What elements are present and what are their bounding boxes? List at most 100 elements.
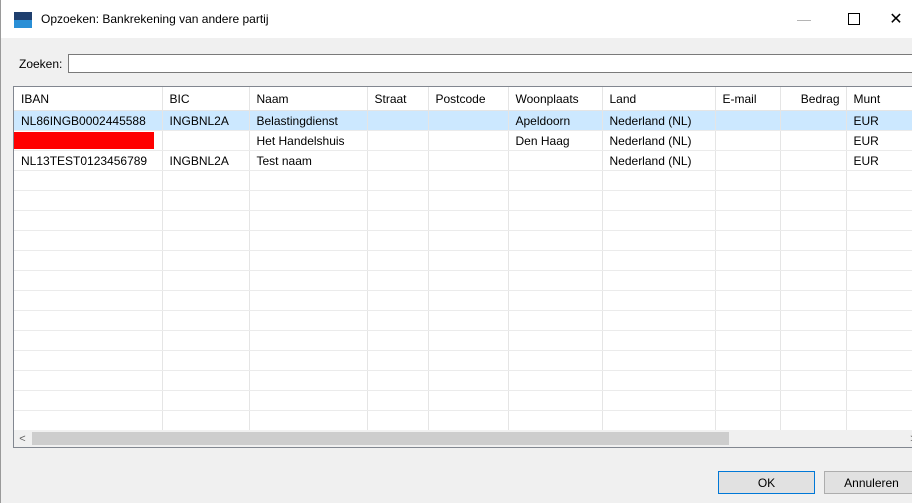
empty-cell: [428, 390, 509, 411]
empty-cell: [508, 270, 603, 291]
title-bar[interactable]: Opzoeken: Bankrekening van andere partij…: [1, 0, 912, 38]
redacted-block: [14, 132, 154, 149]
empty-cell: [162, 170, 250, 191]
column-header-bic[interactable]: BIC: [162, 87, 250, 111]
empty-cell: [249, 410, 368, 431]
empty-cell: [846, 330, 912, 351]
cell-postcode: [428, 110, 509, 131]
empty-cell: [249, 350, 368, 371]
column-header-naam[interactable]: Naam: [249, 87, 368, 111]
maximize-icon: [848, 13, 860, 25]
table-row[interactable]: Het Handelshuis Den Haag Nederland (NL) …: [14, 130, 912, 151]
column-header-straat[interactable]: Straat: [367, 87, 429, 111]
scrollbar-thumb[interactable]: [32, 432, 729, 445]
empty-cell: [715, 390, 781, 411]
empty-cell: [715, 230, 781, 251]
empty-cell: [780, 390, 847, 411]
empty-cell: [508, 210, 603, 231]
cell-email: [715, 110, 781, 131]
empty-cell: [428, 370, 509, 391]
close-button[interactable]: ✕: [873, 0, 912, 38]
column-header-iban[interactable]: IBAN: [14, 87, 163, 111]
empty-cell: [249, 270, 368, 291]
column-header-land[interactable]: Land: [602, 87, 716, 111]
cell-land: Nederland (NL): [602, 110, 716, 131]
cell-straat: [367, 150, 429, 171]
empty-cell: [162, 250, 250, 271]
scroll-right-icon[interactable]: >: [905, 430, 912, 447]
empty-cell: [14, 250, 163, 271]
empty-cell: [715, 210, 781, 231]
empty-cell: [508, 290, 603, 311]
results-grid[interactable]: IBAN BIC Naam Straat Postcode Woonplaats…: [13, 86, 912, 448]
empty-cell: [780, 170, 847, 191]
scroll-left-icon[interactable]: <: [14, 430, 31, 447]
empty-cell: [715, 330, 781, 351]
column-header-woonplaats[interactable]: Woonplaats: [508, 87, 603, 111]
empty-cell: [162, 210, 250, 231]
empty-cell: [846, 370, 912, 391]
empty-cell: [162, 330, 250, 351]
empty-cell: [780, 230, 847, 251]
empty-cell: [602, 350, 716, 371]
cell-straat: [367, 130, 429, 151]
empty-cell: [508, 190, 603, 211]
empty-cell: [508, 310, 603, 331]
empty-cell: [602, 190, 716, 211]
maximize-button[interactable]: [831, 0, 877, 38]
empty-cell: [602, 330, 716, 351]
empty-cell: [780, 250, 847, 271]
empty-cell: [428, 350, 509, 371]
column-header-bedrag[interactable]: Bedrag: [780, 87, 847, 111]
empty-cell: [715, 270, 781, 291]
empty-cell: [508, 250, 603, 271]
empty-cell: [602, 290, 716, 311]
horizontal-scrollbar[interactable]: < >: [14, 430, 912, 447]
empty-cell: [428, 250, 509, 271]
dialog-window: Opzoeken: Bankrekening van andere partij…: [0, 0, 912, 503]
cell-munt: EUR: [846, 130, 912, 151]
cell-email: [715, 150, 781, 171]
empty-cell: [367, 390, 429, 411]
minimize-icon: —: [797, 11, 811, 27]
empty-cell: [162, 350, 250, 371]
empty-cell: [780, 210, 847, 231]
close-icon: ✕: [889, 11, 903, 28]
column-header-postcode[interactable]: Postcode: [428, 87, 509, 111]
minimize-button[interactable]: —: [781, 0, 827, 38]
cancel-button[interactable]: Annuleren: [824, 471, 912, 494]
empty-cell: [249, 190, 368, 211]
empty-cell: [14, 310, 163, 331]
empty-cell: [715, 310, 781, 331]
empty-cell: [14, 330, 163, 351]
table-row[interactable]: NL13TEST0123456789 INGBNL2A Test naam Ne…: [14, 150, 912, 171]
empty-cell: [508, 230, 603, 251]
cell-bic: [162, 130, 250, 151]
empty-cell: [846, 270, 912, 291]
column-header-email[interactable]: E-mail: [715, 87, 781, 111]
empty-cell: [715, 410, 781, 431]
empty-cell: [249, 170, 368, 191]
empty-row: [14, 330, 912, 351]
empty-cell: [846, 310, 912, 331]
table-row[interactable]: NL86INGB0002445588 INGBNL2A Belastingdie…: [14, 110, 912, 131]
empty-cell: [428, 310, 509, 331]
empty-cell: [162, 410, 250, 431]
empty-cell: [602, 250, 716, 271]
cell-naam: Belastingdienst: [249, 110, 368, 131]
cell-bic: INGBNL2A: [162, 110, 250, 131]
ok-button[interactable]: OK: [718, 471, 815, 494]
cell-woonplaats: Apeldoorn: [508, 110, 603, 131]
column-header-munt[interactable]: Munt: [846, 87, 912, 111]
empty-cell: [367, 350, 429, 371]
cell-iban: [14, 130, 163, 151]
cell-land: Nederland (NL): [602, 150, 716, 171]
cell-naam: Test naam: [249, 150, 368, 171]
empty-cell: [367, 190, 429, 211]
empty-row: [14, 310, 912, 331]
empty-cell: [846, 290, 912, 311]
empty-cell: [14, 210, 163, 231]
empty-row: [14, 290, 912, 311]
search-input[interactable]: [68, 54, 912, 73]
empty-cell: [367, 410, 429, 431]
